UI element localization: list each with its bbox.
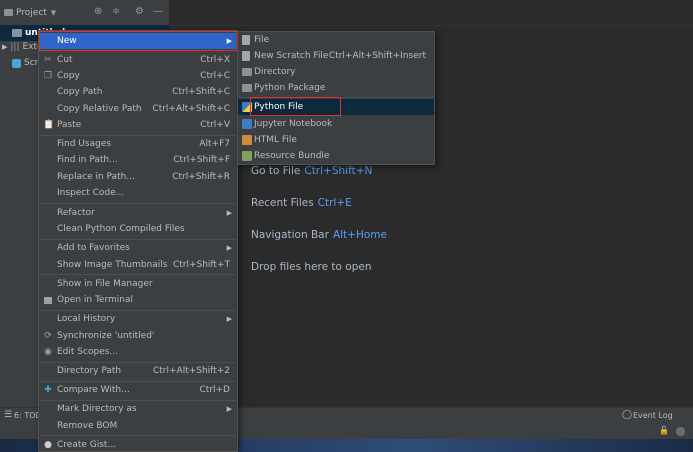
submenu-item-html-file[interactable]: HTML File — [238, 132, 434, 148]
file-icon — [242, 35, 250, 45]
scratch-file-icon — [242, 51, 250, 61]
menu-item-create-gist[interactable]: ● Create Gist... — [39, 437, 237, 452]
scissors-icon: ✂ — [44, 55, 52, 65]
menu-item-find-in-path[interactable]: Find in Path... Ctrl+Shift+F — [39, 152, 237, 168]
menu-separator — [40, 435, 236, 436]
menu-item-find-usages[interactable]: Find Usages Alt+F7 — [39, 136, 237, 152]
event-log-icon: ◯ — [622, 410, 633, 420]
menu-item-synchronize[interactable]: ⟳ Synchronize 'untitled' — [39, 328, 237, 344]
terminal-icon — [44, 297, 52, 304]
submenu-item-file[interactable]: File — [238, 32, 434, 48]
project-panel-header: Project ▼ ⊕ ≑ ⚙ — — [0, 0, 169, 26]
menu-item-directory-path[interactable]: Directory Path Ctrl+Alt+Shift+2 — [39, 363, 237, 379]
highlight-box-new — [39, 31, 237, 51]
menu-item-local-history[interactable]: Local History ▶ — [39, 311, 237, 327]
project-panel-title[interactable]: Project — [16, 8, 47, 18]
project-folder-icon — [4, 9, 13, 16]
chevron-right-icon: ▶ — [226, 315, 232, 323]
package-icon — [242, 84, 252, 92]
compare-icon: ✚ — [44, 385, 52, 395]
scratches-icon — [12, 58, 21, 68]
hint-go-to-file: Go to File Ctrl+Shift+N — [251, 165, 373, 177]
folder-icon — [242, 68, 252, 76]
jupyter-icon — [242, 119, 252, 129]
menu-item-clean-python-compiled-files[interactable]: Clean Python Compiled Files — [39, 221, 237, 237]
minimize-icon[interactable]: — — [153, 6, 163, 18]
chevron-right-icon: ▶ — [226, 244, 232, 252]
highlight-box-python-file — [250, 97, 341, 116]
target-icon[interactable]: ⊕ — [94, 6, 102, 18]
folder-icon — [12, 29, 22, 37]
menu-item-copy-relative-path[interactable]: Copy Relative Path Ctrl+Alt+Shift+C — [39, 101, 237, 117]
submenu-item-jupyter-notebook[interactable]: Jupyter Notebook — [238, 116, 434, 132]
menu-item-paste[interactable]: 📋 Paste Ctrl+V — [39, 117, 237, 133]
submenu-item-python-package[interactable]: Python Package — [238, 80, 434, 96]
tree-item-external-libraries[interactable]: ▶ ||| Exte — [0, 39, 43, 55]
hint-recent-files: Recent Files Ctrl+E — [251, 197, 352, 209]
clipboard-icon: 📋 — [43, 120, 55, 130]
editor-tab-strip — [170, 0, 693, 26]
context-menu: New ▶ ✂ Cut Ctrl+X ❐ Copy Ctrl+C Copy Pa… — [38, 30, 238, 452]
chevron-right-icon[interactable]: ▶ — [2, 43, 7, 51]
menu-item-remove-bom[interactable]: Remove BOM — [39, 418, 237, 434]
menu-item-open-in-terminal[interactable]: Open in Terminal — [39, 292, 237, 308]
menu-item-compare-with[interactable]: ✚ Compare With... Ctrl+D — [39, 382, 237, 398]
gear-icon[interactable]: ⚙ — [135, 6, 144, 18]
menu-separator — [40, 274, 236, 275]
menu-item-add-to-favorites[interactable]: Add to Favorites ▶ — [39, 240, 237, 256]
menu-item-edit-scopes[interactable]: ◉ Edit Scopes... — [39, 344, 237, 360]
menu-item-copy[interactable]: ❐ Copy Ctrl+C — [39, 68, 237, 84]
github-icon: ● — [44, 440, 52, 450]
menu-item-replace-in-path[interactable]: Replace in Path... Ctrl+Shift+R — [39, 169, 237, 185]
submenu-item-resource-bundle[interactable]: Resource Bundle — [238, 148, 434, 164]
hint-navigation-bar: Navigation Bar Alt+Home — [251, 229, 387, 241]
copy-icon: ❐ — [43, 71, 53, 81]
menu-item-refactor[interactable]: Refactor ▶ — [39, 205, 237, 221]
menu-item-show-in-file-manager[interactable]: Show in File Manager — [39, 276, 237, 292]
collapse-icon[interactable]: ≑ — [112, 6, 120, 18]
scope-icon: ◉ — [44, 347, 52, 357]
menu-item-copy-path[interactable]: Copy Path Ctrl+Shift+C — [39, 84, 237, 100]
chevron-down-icon[interactable]: ▼ — [51, 9, 56, 17]
shortcut-key: Ctrl+Shift+N — [304, 165, 373, 177]
menu-item-cut[interactable]: ✂ Cut Ctrl+X — [39, 52, 237, 68]
new-submenu: File New Scratch File Ctrl+Alt+Shift+Ins… — [237, 31, 435, 165]
resource-bundle-icon — [242, 151, 252, 161]
event-log-tab[interactable]: Event Log — [633, 411, 673, 420]
submenu-item-new-scratch-file[interactable]: New Scratch File Ctrl+Alt+Shift+Insert — [238, 48, 434, 64]
todo-icon: ☰ — [4, 410, 13, 420]
shortcut-key: Ctrl+E — [317, 197, 352, 209]
library-icon: ||| — [10, 42, 20, 52]
chevron-right-icon: ▶ — [226, 209, 232, 217]
indexing-icon — [676, 427, 685, 436]
lock-icon[interactable]: 🔓 — [659, 426, 669, 435]
hint-drop-files: Drop files here to open — [251, 261, 372, 273]
html-icon — [242, 135, 252, 145]
sync-icon: ⟳ — [44, 331, 52, 341]
submenu-item-directory[interactable]: Directory — [238, 64, 434, 80]
menu-item-mark-directory-as[interactable]: Mark Directory as ▶ — [39, 401, 237, 417]
menu-item-show-image-thumbnails[interactable]: Show Image Thumbnails Ctrl+Shift+T — [39, 257, 237, 273]
chevron-right-icon: ▶ — [226, 405, 232, 413]
menu-separator — [40, 203, 236, 204]
shortcut-key: Alt+Home — [332, 229, 387, 241]
menu-item-inspect-code[interactable]: Inspect Code... — [39, 185, 237, 201]
